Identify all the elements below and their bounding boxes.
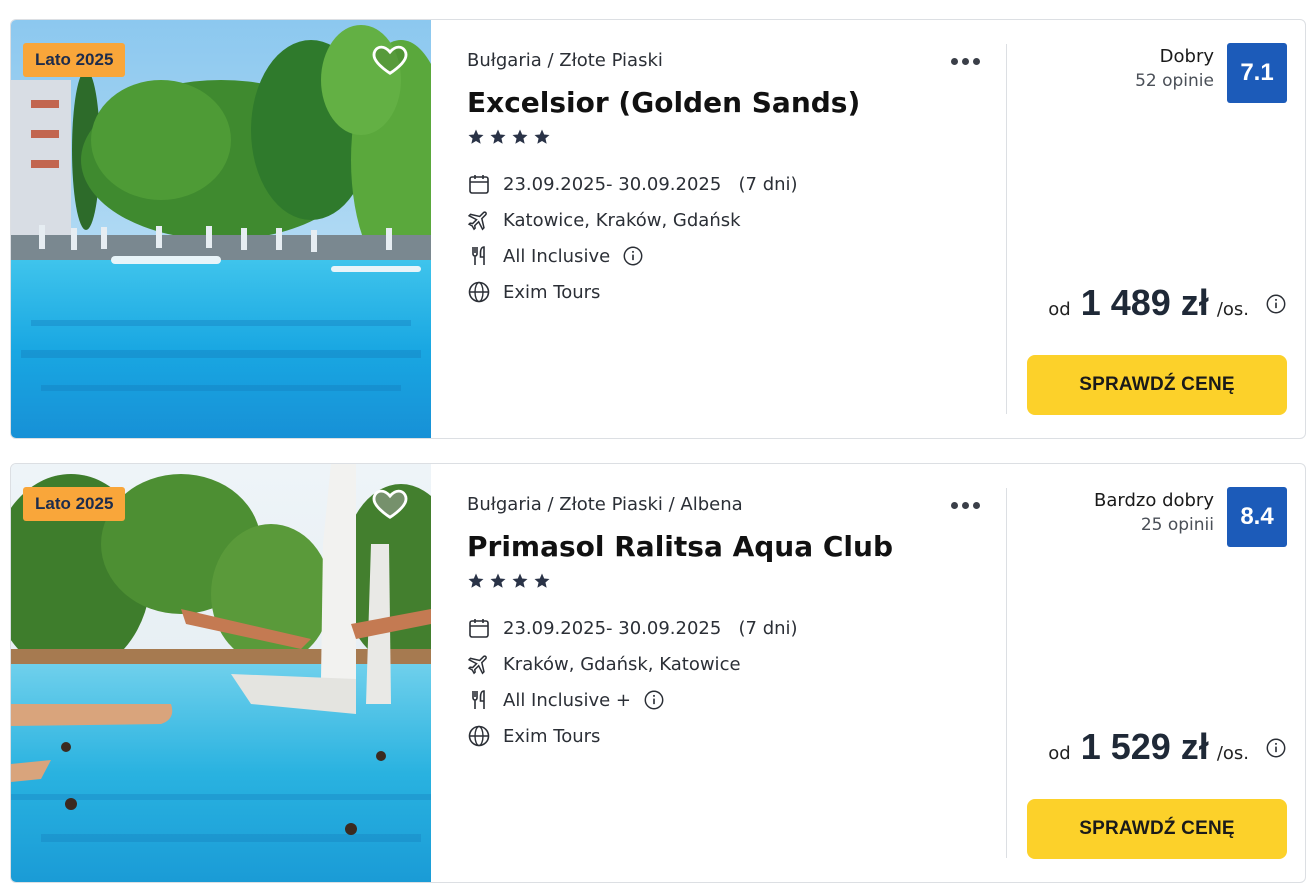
price-amount: 1 489 zł: [1080, 282, 1209, 323]
rating-summary: Dobry 52 opinie: [1135, 46, 1214, 91]
calendar-icon: [469, 175, 489, 194]
rating-score: 7.1: [1227, 43, 1287, 103]
rating-label: Dobry: [1159, 46, 1214, 67]
offer-board: All Inclusive +: [467, 687, 665, 713]
cutlery-icon: [472, 246, 485, 265]
offer-dates: 23.09.2025- 30.09.2025 (7 dni): [467, 615, 798, 641]
price-block: od 1 529 zł /os.: [1048, 726, 1287, 770]
hotel-photo[interactable]: Lato 2025: [11, 464, 431, 882]
info-icon[interactable]: [1265, 737, 1287, 759]
hotel-stars: [467, 128, 555, 148]
info-icon[interactable]: [622, 245, 644, 267]
hotel-name[interactable]: Excelsior (Golden Sands): [467, 86, 860, 119]
more-dots-icon[interactable]: [951, 502, 981, 510]
star-icon: [534, 573, 550, 588]
hotel-location: Bułgaria / Złote Piaski: [467, 50, 663, 71]
rating-count[interactable]: 25 opinii: [1094, 515, 1214, 535]
board-text: All Inclusive: [503, 245, 611, 267]
rating-count[interactable]: 52 opinie: [1135, 71, 1214, 91]
offer-operator: Exim Tours: [467, 723, 600, 749]
pool-photo: [11, 20, 431, 438]
star-icon: [490, 129, 506, 144]
season-badge: Lato 2025: [23, 487, 126, 521]
star-icon: [490, 573, 506, 588]
cutlery-icon: [472, 690, 485, 709]
rating-score: 8.4: [1227, 487, 1287, 547]
hotel-name[interactable]: Primasol Ralitsa Aqua Club: [467, 530, 893, 563]
season-badge: Lato 2025: [23, 43, 126, 77]
airports-text: Katowice, Kraków, Gdańsk: [503, 209, 741, 231]
offer-airports: Kraków, Gdańsk, Katowice: [467, 651, 741, 677]
operator-text: Exim Tours: [503, 281, 601, 303]
rating-label: Bardzo dobry: [1094, 490, 1214, 511]
star-icon: [468, 573, 484, 588]
offer-airports: Katowice, Kraków, Gdańsk: [467, 207, 741, 233]
hotel-location: Bułgaria / Złote Piaski / Albena: [467, 494, 743, 515]
rating-summary: Bardzo dobry 25 opinii: [1094, 490, 1214, 535]
price-amount: 1 529 zł: [1080, 726, 1209, 767]
plane-icon: [467, 211, 487, 231]
offer-card[interactable]: Lato 2025 Bułgaria / Złote Piaski Excels…: [10, 19, 1306, 439]
price-prefix: od: [1048, 299, 1071, 320]
check-price-button[interactable]: SPRAWDŹ CENĘ: [1027, 355, 1287, 415]
info-icon[interactable]: [643, 689, 665, 711]
airports-text: Kraków, Gdańsk, Katowice: [503, 653, 741, 675]
price-suffix: /os.: [1216, 299, 1249, 320]
offer-dates: 23.09.2025- 30.09.2025 (7 dni): [467, 171, 798, 197]
divider: [1006, 488, 1007, 858]
pool-photo: [11, 464, 431, 882]
operator-text: Exim Tours: [503, 725, 601, 747]
price-prefix: od: [1048, 743, 1071, 764]
info-icon[interactable]: [1265, 293, 1287, 315]
offer-info: Bułgaria / Złote Piaski / Albena Primaso…: [467, 464, 997, 882]
globe-icon: [468, 725, 490, 747]
more-dots-icon[interactable]: [951, 58, 981, 66]
star-icon: [534, 129, 550, 144]
plane-icon: [467, 655, 487, 675]
price-suffix: /os.: [1216, 743, 1249, 764]
offer-operator: Exim Tours: [467, 279, 600, 305]
dates-text: 23.09.2025- 30.09.2025 (7 dni): [503, 173, 798, 195]
dates-text: 23.09.2025- 30.09.2025 (7 dni): [503, 617, 798, 639]
offer-board: All Inclusive: [467, 243, 644, 269]
star-icon: [512, 573, 528, 588]
star-icon: [512, 129, 528, 144]
offer-info: Bułgaria / Złote Piaski Excelsior (Golde…: [467, 20, 997, 438]
heart-icon[interactable]: [371, 484, 409, 522]
globe-icon: [468, 281, 490, 303]
divider: [1006, 44, 1007, 414]
offer-card[interactable]: Lato 2025 Bułgaria / Złote Piaski / Albe…: [10, 463, 1306, 883]
calendar-icon: [469, 619, 489, 638]
check-price-button[interactable]: SPRAWDŹ CENĘ: [1027, 799, 1287, 859]
price-block: od 1 489 zł /os.: [1048, 282, 1287, 326]
heart-icon[interactable]: [371, 40, 409, 78]
board-text: All Inclusive +: [503, 689, 631, 711]
hotel-photo[interactable]: Lato 2025: [11, 20, 431, 438]
star-icon: [468, 129, 484, 144]
hotel-stars: [467, 572, 555, 592]
